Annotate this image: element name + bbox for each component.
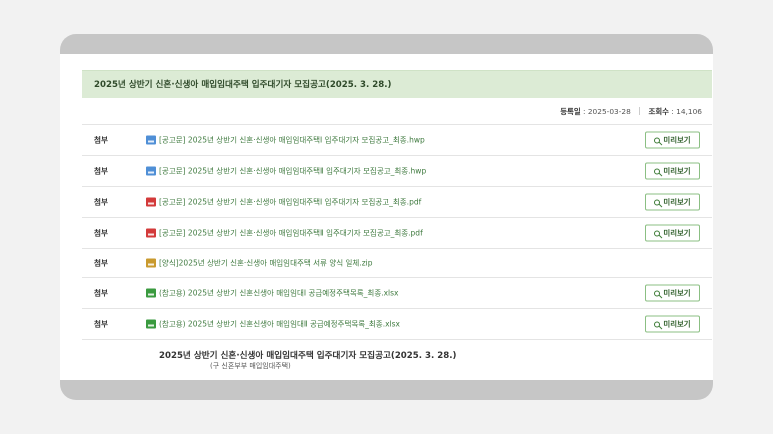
attachment-link[interactable]: (참고용) 2025년 상반기 신혼신생아 매입임대Ⅰ 공급예정주택목록_최종.… <box>146 288 398 299</box>
screenshot-frame: 2025년 상반기 신혼·신생아 매입임대주택 입주대기자 모집공고(2025.… <box>60 34 713 400</box>
attachment-label: 첨부 <box>94 258 108 268</box>
attachment-filename[interactable]: [양식]2025년 상반기 신혼·신생아 매입임대주택 서류 양식 일체.zip <box>159 258 373 269</box>
reg-date-label: 등록일 <box>560 107 581 116</box>
preview-button-label: 미리보기 <box>663 228 691 238</box>
search-icon <box>654 230 661 236</box>
attachment-link[interactable]: (참고용) 2025년 상반기 신혼신생아 매입임대Ⅱ 공급예정주택목록_최종.… <box>146 319 400 330</box>
meta-divider <box>639 107 641 115</box>
attachment-link[interactable]: [공고문] 2025년 상반기 신혼·신생아 매입임대주택Ⅱ 입주대기자 모집공… <box>146 166 426 177</box>
preview-button[interactable]: 미리보기 <box>645 284 700 302</box>
attachment-filename[interactable]: [공고문] 2025년 상반기 신혼·신생아 매입임대주택Ⅰ 입주대기자 모집공… <box>159 197 421 208</box>
attachment-link[interactable]: [공고문] 2025년 상반기 신혼·신생아 매입임대주택Ⅰ 입주대기자 모집공… <box>146 197 421 208</box>
attachment-link[interactable]: [공고문] 2025년 상반기 신혼·신생아 매입임대주택Ⅰ 입주대기자 모집공… <box>146 135 425 146</box>
attachment-row: 첨부 (참고용) 2025년 상반기 신혼신생아 매입임대Ⅱ 공급예정주택목록_… <box>82 308 712 340</box>
preview-button[interactable]: 미리보기 <box>645 315 700 333</box>
attachment-filename[interactable]: [공고문] 2025년 상반기 신혼·신생아 매입임대주택Ⅰ 입주대기자 모집공… <box>159 135 425 146</box>
preview-button-label: 미리보기 <box>663 166 691 176</box>
preview-button[interactable]: 미리보기 <box>645 224 700 242</box>
hwp-file-icon <box>146 166 156 176</box>
attachment-row: 첨부 [공고문] 2025년 상반기 신혼·신생아 매입임대주택Ⅰ 입주대기자 … <box>82 186 712 217</box>
preview-button[interactable]: 미리보기 <box>645 131 700 149</box>
xlsx-file-icon <box>146 288 156 298</box>
search-icon <box>654 137 661 143</box>
attachment-row: 첨부 [공고문] 2025년 상반기 신혼·신생아 매입임대주택Ⅰ 입주대기자 … <box>82 124 712 155</box>
search-icon <box>654 168 661 174</box>
attachment-filename[interactable]: [공고문] 2025년 상반기 신혼·신생아 매입임대주택Ⅱ 입주대기자 모집공… <box>159 166 426 177</box>
attachment-label: 첨부 <box>94 319 108 329</box>
attachment-row: 첨부 [공고문] 2025년 상반기 신혼·신생아 매입임대주택Ⅱ 입주대기자 … <box>82 155 712 186</box>
preview-button-label: 미리보기 <box>663 135 691 145</box>
search-icon <box>654 321 661 327</box>
zip-file-icon <box>146 258 156 268</box>
views-value: 14,106 <box>676 107 702 116</box>
notice-title-bar: 2025년 상반기 신혼·신생아 매입임대주택 입주대기자 모집공고(2025.… <box>82 70 712 98</box>
notice-panel: 2025년 상반기 신혼·신생아 매입임대주택 입주대기자 모집공고(2025.… <box>60 54 713 380</box>
preview-button[interactable]: 미리보기 <box>645 162 700 180</box>
body-title: 2025년 상반기 신혼·신생아 매입임대주택 입주대기자 모집공고(2025.… <box>159 351 457 361</box>
attachment-label: 첨부 <box>94 135 108 145</box>
attachment-label: 첨부 <box>94 228 108 238</box>
attachment-filename[interactable]: [공고문] 2025년 상반기 신혼·신생아 매입임대주택Ⅱ 입주대기자 모집공… <box>159 228 423 239</box>
attachment-link[interactable]: [공고문] 2025년 상반기 신혼·신생아 매입임대주택Ⅱ 입주대기자 모집공… <box>146 228 423 239</box>
preview-button-label: 미리보기 <box>663 319 691 329</box>
attachment-filename[interactable]: (참고용) 2025년 상반기 신혼신생아 매입임대Ⅱ 공급예정주택목록_최종.… <box>159 319 400 330</box>
attachment-row: 첨부 [공고문] 2025년 상반기 신혼·신생아 매입임대주택Ⅱ 입주대기자 … <box>82 217 712 248</box>
attachment-label: 첨부 <box>94 166 108 176</box>
attachment-row: 첨부 [양식]2025년 상반기 신혼·신생아 매입임대주택 서류 양식 일체.… <box>82 248 712 277</box>
attachment-label: 첨부 <box>94 197 108 207</box>
hwp-file-icon <box>146 135 156 145</box>
search-icon <box>654 199 661 205</box>
notice-title: 2025년 상반기 신혼·신생아 매입임대주택 입주대기자 모집공고(2025.… <box>94 80 392 90</box>
attachment-label: 첨부 <box>94 288 108 298</box>
xlsx-file-icon <box>146 319 156 329</box>
body-subtitle: (구 신혼부부 매입임대주택) <box>210 362 291 370</box>
pdf-file-icon <box>146 197 156 207</box>
notice-meta: 등록일 : 2025-03-28 조회수 : 14,106 <box>560 107 702 116</box>
search-icon <box>654 290 661 296</box>
attachment-row: 첨부 (참고용) 2025년 상반기 신혼신생아 매입임대Ⅰ 공급예정주택목록_… <box>82 277 712 308</box>
pdf-file-icon <box>146 228 156 238</box>
attachment-list: 첨부 [공고문] 2025년 상반기 신혼·신생아 매입임대주택Ⅰ 입주대기자 … <box>82 124 712 340</box>
reg-date-value: 2025-03-28 <box>587 107 631 116</box>
attachment-filename[interactable]: (참고용) 2025년 상반기 신혼신생아 매입임대Ⅰ 공급예정주택목록_최종.… <box>159 288 398 299</box>
views-label: 조회수 <box>648 107 669 116</box>
preview-button-label: 미리보기 <box>663 288 691 298</box>
preview-button[interactable]: 미리보기 <box>645 193 700 211</box>
attachment-link[interactable]: [양식]2025년 상반기 신혼·신생아 매입임대주택 서류 양식 일체.zip <box>146 258 373 269</box>
preview-button-label: 미리보기 <box>663 197 691 207</box>
